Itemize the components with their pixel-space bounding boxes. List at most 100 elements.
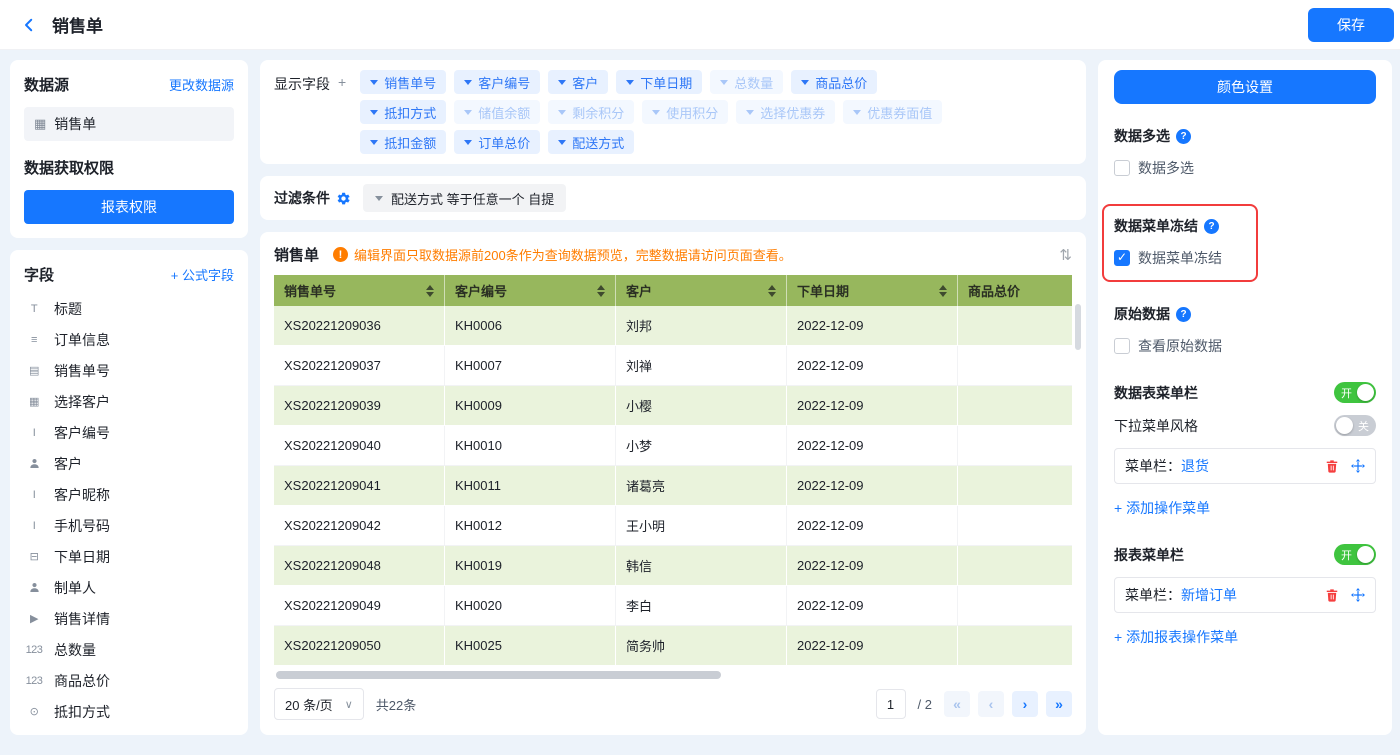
display-field-chip[interactable]: 储值余额 — [454, 100, 540, 124]
display-field-chip[interactable]: 下单日期 — [616, 70, 702, 94]
table-row[interactable]: XS20221209037KH0007刘禅2022-12-0930.6优惠 — [274, 346, 1072, 386]
move-icon[interactable] — [1351, 459, 1365, 473]
display-field-chip[interactable]: 配送方式 — [548, 130, 634, 154]
current-page-input[interactable]: 1 — [876, 689, 906, 719]
sort-icon[interactable] — [426, 285, 434, 297]
table-row[interactable]: XS20221209036KH0006刘邦2022-12-0926.5优惠 — [274, 306, 1072, 346]
prev-page-icon[interactable]: ‹ — [978, 691, 1004, 717]
display-field-chip[interactable]: 抵扣金额 — [360, 130, 446, 154]
move-icon[interactable] — [1351, 588, 1365, 602]
report-menu-toggle[interactable]: 开 — [1334, 544, 1376, 565]
display-field-chip[interactable]: 选择优惠券 — [736, 100, 835, 124]
help-icon[interactable] — [1176, 129, 1191, 144]
toggle-knob — [1336, 417, 1353, 434]
next-page-icon[interactable]: › — [1012, 691, 1038, 717]
field-item[interactable]: ▶销售详情 — [24, 603, 234, 634]
field-item[interactable]: ▦选择客户 — [24, 386, 234, 417]
field-item[interactable]: I客户编号 — [24, 417, 234, 448]
fields-heading: 字段 — [24, 264, 54, 285]
field-item[interactable]: ⊙抵扣方式 — [24, 696, 234, 721]
display-field-chip[interactable]: 客户 — [548, 70, 608, 94]
add-formula-field-link[interactable]: + 公式字段 — [171, 265, 234, 284]
field-item[interactable]: ⊟下单日期 — [24, 541, 234, 572]
field-item[interactable]: I客户昵称 — [24, 479, 234, 510]
total-count: 共22条 — [376, 695, 416, 714]
sort-icon[interactable] — [597, 285, 605, 297]
display-field-chip[interactable]: 使用积分 — [642, 100, 728, 124]
last-page-icon[interactable]: » — [1046, 691, 1072, 717]
change-datasource-link[interactable]: 更改数据源 — [169, 75, 234, 94]
display-field-chip[interactable]: 订单总价 — [454, 130, 540, 154]
add-display-field-button[interactable]: + — [338, 74, 346, 154]
add-report-menu-link[interactable]: + 添加报表操作菜单 — [1114, 627, 1238, 647]
report-permission-button[interactable]: 报表权限 — [24, 190, 234, 224]
table-row[interactable]: XS20221209050KH0025简务帅2022-12-0913.8积分 — [274, 626, 1072, 666]
table-menu-toggle[interactable]: 开 — [1334, 382, 1376, 403]
raw-data-checkbox-row[interactable]: 查看原始数据 — [1114, 336, 1376, 356]
scrollbar-thumb[interactable] — [276, 671, 721, 679]
display-field-chip[interactable]: 抵扣方式 — [360, 100, 446, 124]
column-header[interactable]: 商品总价 — [958, 275, 1073, 306]
field-item[interactable]: 123总数量 — [24, 634, 234, 665]
field-label: 下单日期 — [54, 547, 110, 567]
help-icon[interactable] — [1176, 307, 1191, 322]
add-operation-menu-link[interactable]: + 添加操作菜单 — [1114, 498, 1210, 518]
preview-table-card: 销售单 编辑界面只取数据源前200条作为查询数据预览，完整数据请访问页面查看。 … — [260, 232, 1086, 735]
table-row[interactable]: XS20221209040KH0010小梦2022-12-0990无抵 — [274, 426, 1072, 466]
table-cell: XS20221209048 — [274, 546, 445, 586]
datasource-heading: 数据源 — [24, 74, 69, 95]
back-icon[interactable] — [18, 14, 40, 36]
table-cell: XS20221209040 — [274, 426, 445, 466]
table-row[interactable]: XS20221209039KH0009小樱2022-12-0933.8优惠 — [274, 386, 1072, 426]
checkbox-icon[interactable] — [1114, 250, 1130, 266]
column-header[interactable]: 下单日期 — [787, 275, 958, 306]
table-row[interactable]: XS20221209042KH0012王小明2022-12-09258.8无抵 — [274, 506, 1072, 546]
field-item[interactable]: 123商品总价 — [24, 665, 234, 696]
number-icon: 123 — [24, 644, 44, 656]
display-field-chip[interactable]: 客户编号 — [454, 70, 540, 94]
menu-freeze-checkbox-row[interactable]: 数据菜单冻结 — [1114, 248, 1222, 268]
menu-item-link[interactable]: 新增订单 — [1181, 585, 1237, 605]
display-field-chip[interactable]: 商品总价 — [791, 70, 877, 94]
column-header[interactable]: 销售单号 — [274, 275, 445, 306]
field-list: T标题≡订单信息▤销售单号▦选择客户I客户编号客户I客户昵称I手机号码⊟下单日期… — [24, 293, 234, 721]
color-settings-button[interactable]: 颜色设置 — [1114, 70, 1376, 104]
display-field-chip[interactable]: 总数量 — [710, 70, 783, 94]
field-item[interactable]: I手机号码 — [24, 510, 234, 541]
delete-icon[interactable] — [1325, 459, 1339, 473]
multi-select-checkbox-row[interactable]: 数据多选 — [1114, 158, 1376, 178]
menu-item-link[interactable]: 退货 — [1181, 456, 1209, 476]
column-header[interactable]: 客户编号 — [445, 275, 616, 306]
vertical-scrollbar[interactable] — [1075, 304, 1081, 350]
sort-icon[interactable] — [768, 285, 776, 297]
delete-icon[interactable] — [1325, 588, 1339, 602]
table-row[interactable]: XS20221209049KH0020李白2022-12-0953.7优惠 — [274, 586, 1072, 626]
page-size-select[interactable]: 20 条/页 — [274, 688, 364, 720]
help-icon[interactable] — [1204, 219, 1219, 234]
save-button[interactable]: 保存 — [1308, 8, 1394, 42]
field-item[interactable]: T标题 — [24, 293, 234, 324]
display-field-chip[interactable]: 销售单号 — [360, 70, 446, 94]
table-row[interactable]: XS20221209048KH0019韩信2022-12-0950.6无抵 — [274, 546, 1072, 586]
filter-condition-chip[interactable]: 配送方式 等于任意一个 自提 — [363, 184, 566, 212]
field-item[interactable]: 客户 — [24, 448, 234, 479]
table-cell: 53.7 — [958, 586, 1073, 626]
sort-tool-icon[interactable] — [1059, 246, 1072, 264]
field-item[interactable]: 制单人 — [24, 572, 234, 603]
checkbox-icon[interactable] — [1114, 338, 1130, 354]
field-item[interactable]: ≡订单信息 — [24, 324, 234, 355]
column-header[interactable]: 客户 — [616, 275, 787, 306]
display-field-chip[interactable]: 剩余积分 — [548, 100, 634, 124]
display-field-chip[interactable]: 优惠券面值 — [843, 100, 942, 124]
table-row[interactable]: XS20221209041KH0011诸葛亮2022-12-09248.6无抵 — [274, 466, 1072, 506]
datasource-item[interactable]: ▦ 销售单 — [24, 107, 234, 141]
first-page-icon[interactable]: « — [944, 691, 970, 717]
dropdown-style-toggle[interactable]: 关 — [1334, 415, 1376, 436]
sort-icon[interactable] — [939, 285, 947, 297]
gear-icon[interactable] — [336, 191, 351, 206]
page-size-value: 20 条/页 — [285, 695, 333, 714]
field-item[interactable]: ▤销售单号 — [24, 355, 234, 386]
table-cell: XS20221209049 — [274, 586, 445, 626]
horizontal-scrollbar[interactable] — [276, 671, 1070, 679]
checkbox-icon[interactable] — [1114, 160, 1130, 176]
